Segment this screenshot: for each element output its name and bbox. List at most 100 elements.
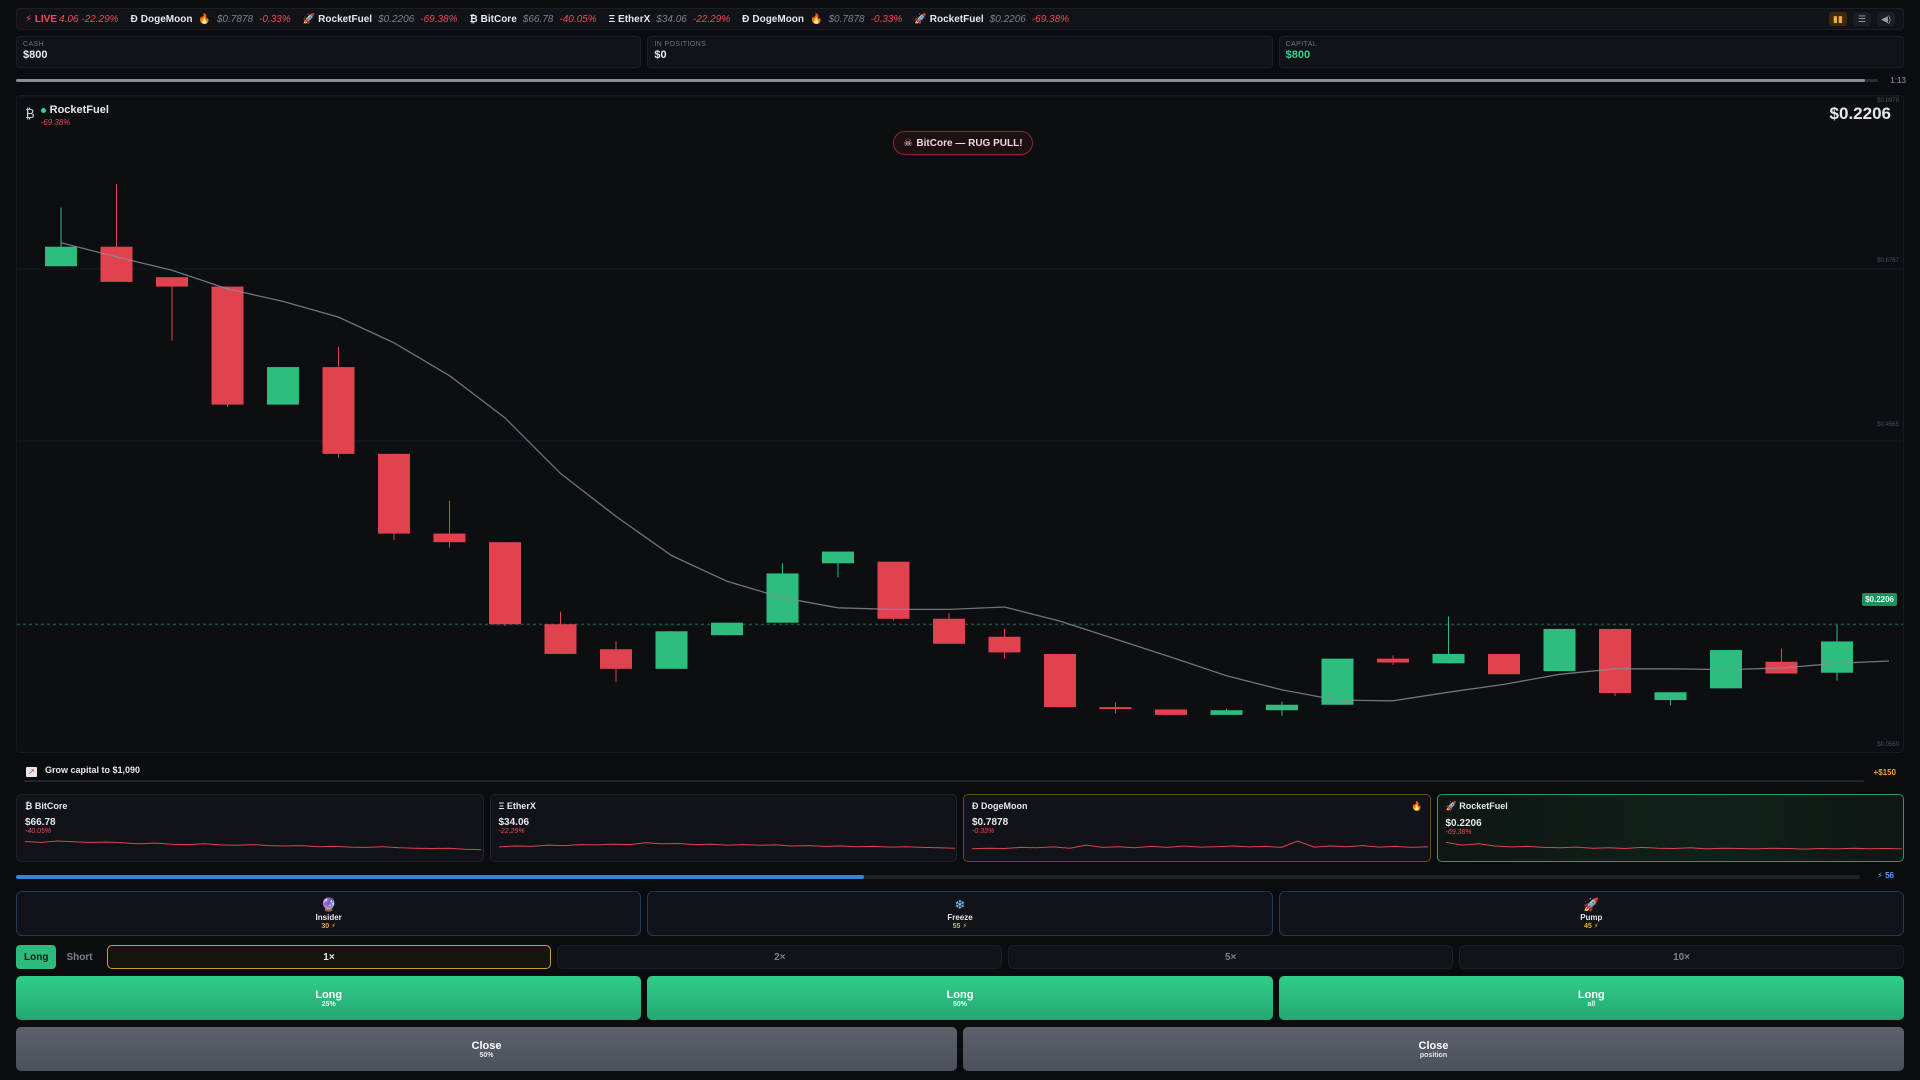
leverage-2x[interactable]: 2×	[557, 945, 1003, 969]
freeze-power-button[interactable]: ❄ Freeze 55 ⚡	[647, 891, 1273, 936]
live-label: ⚡ LIVE	[25, 13, 58, 25]
asset-card-dogemoon[interactable]: Ð DogeMoon $0.7878 -0.33% 🔥	[963, 794, 1431, 862]
candle	[156, 277, 188, 341]
candle	[1821, 625, 1853, 681]
asset-card-rocketfuel[interactable]: 🚀 RocketFuel $0.2206 -69.38%	[1436, 794, 1904, 862]
insider-power-button[interactable]: 🔮 Insider 30 ⚡	[16, 891, 642, 936]
candle	[1488, 653, 1520, 675]
candle-body	[267, 367, 299, 405]
open-position-buttons: Long 25% Long 50% Long all	[16, 976, 1904, 1020]
close-50-button[interactable]: Close 50%	[16, 1027, 957, 1071]
last-price-tag: $0.2206	[1862, 593, 1897, 606]
goal-amount: +$150	[1873, 768, 1896, 777]
candle	[45, 207, 77, 267]
long-all-button[interactable]: Long all	[1278, 976, 1904, 1020]
candle-body	[877, 561, 910, 619]
leverage-10x[interactable]: 10×	[1459, 945, 1904, 969]
candle-body	[711, 622, 743, 636]
ticker-change: -22.29%	[692, 13, 731, 25]
candle	[711, 622, 743, 636]
volume-icon[interactable]: ◀)	[1877, 12, 1895, 26]
event-label: BitCore — RUG PULL!	[916, 137, 1023, 149]
sparkline	[498, 842, 955, 849]
asset-card-name: ₿ BitCore	[25, 801, 475, 811]
candle-body	[1821, 641, 1853, 673]
candle-body	[1210, 710, 1243, 715]
button-title: Long	[946, 988, 974, 1001]
price-chart[interactable]: ₿ RocketFuel -69.38% $0.2206 ☠ BitCore —…	[16, 95, 1904, 753]
skull-icon: ☠	[903, 137, 913, 149]
pause-icon[interactable]: ▮▮	[1829, 12, 1847, 26]
candle	[1765, 648, 1798, 674]
chart-asset-change: -69.38%	[40, 118, 71, 127]
sparkline	[1445, 841, 1902, 850]
candle	[322, 346, 355, 458]
candle-body	[933, 618, 965, 644]
ticker-price: $0.7878	[828, 13, 865, 25]
long-25-button[interactable]: Long 25%	[16, 976, 642, 1020]
power-name: Insider	[315, 912, 342, 922]
positions-value: $0	[654, 49, 667, 61]
sparkline-path	[25, 840, 481, 851]
button-title: Long	[1577, 988, 1605, 1001]
ticker-price: $0.2206	[378, 13, 415, 25]
ticker-item: 🚀 RocketFuel $0.2206 -69.38%	[303, 14, 458, 25]
energy-fill	[16, 875, 865, 879]
long-toggle[interactable]: Long	[16, 945, 57, 969]
candle-body	[156, 277, 188, 287]
candle-body	[1654, 692, 1687, 701]
capital-value: $800	[1285, 49, 1311, 61]
close-position-button[interactable]: Close position	[963, 1027, 1904, 1071]
chart-asset-header: ₿ RocketFuel -69.38%	[25, 104, 109, 127]
candle	[822, 551, 854, 578]
asset-card-name: 🚀 RocketFuel	[1446, 801, 1896, 812]
candle-body	[378, 453, 410, 534]
asset-name: DogeMoon	[981, 801, 1028, 811]
asset-card-bitcore[interactable]: ₿ BitCore $66.78 -40.05%	[16, 794, 484, 862]
button-sub: 25%	[321, 1000, 336, 1008]
candle-body	[655, 631, 688, 669]
candlestick-chart	[17, 96, 1903, 716]
long-50-button[interactable]: Long 50%	[647, 976, 1273, 1020]
asset-card-price: $66.78	[25, 817, 56, 828]
asset-card-name: Ð DogeMoon	[972, 801, 1422, 811]
asset-name: RocketFuel	[1459, 801, 1508, 811]
sparkline	[972, 840, 1428, 850]
asset-card-price: $0.7878	[972, 817, 1009, 828]
pump-power-button[interactable]: 🚀 Pump 45 ⚡	[1278, 891, 1904, 936]
round-timer-label: 1:13	[1890, 76, 1906, 85]
y-axis-label: $0.4565	[1877, 422, 1899, 428]
sparkline-path	[972, 840, 1428, 850]
ticker-price: $0.7878	[216, 13, 254, 25]
candle-body	[433, 533, 466, 543]
y-axis-label: $0.8978	[1877, 98, 1899, 104]
ticker-name: DogeMoon	[140, 13, 193, 25]
candle	[1377, 655, 1409, 665]
asset-card-etherx[interactable]: Ξ EtherX $34.06 -22.29%	[489, 794, 957, 862]
current-price: $0.2206	[1829, 104, 1891, 123]
goal-progress-track	[24, 780, 1864, 782]
cash-label: CASH	[23, 41, 45, 48]
ticker-name: RocketFuel	[318, 13, 373, 25]
ticker-name: 🚀	[914, 13, 927, 25]
sparkline-path	[498, 842, 955, 849]
leverage-1x[interactable]: 1×	[106, 945, 552, 969]
ticker-change: -69.38%	[420, 13, 458, 25]
ticker-item: Ð DogeMoon 🔥 $0.7878 -0.33%	[131, 14, 291, 25]
ticker-price: $0.2206	[989, 13, 1026, 25]
crystal-ball-icon: 🔮	[320, 896, 337, 912]
button-title: Close	[1418, 1039, 1449, 1052]
short-toggle[interactable]: Short	[58, 945, 100, 969]
ticker-lead-fragment: 4.06 -22.29%	[59, 13, 119, 25]
candle-body	[322, 367, 355, 454]
candle-body	[1377, 658, 1409, 663]
power-ups: 🔮 Insider 30 ⚡ ❄ Freeze 55 ⚡ 🚀 Pump 45 ⚡	[16, 891, 1904, 936]
capital-stat: CAPITAL $800	[1278, 36, 1904, 68]
menu-icon[interactable]: ☰	[1853, 12, 1871, 26]
ticker-price: $34.06	[656, 13, 687, 25]
account-stats: CASH $800 IN POSITIONS $0 CAPITAL $800	[16, 36, 1904, 68]
ticker-item: 🚀 RocketFuel $0.2206 -69.38%	[914, 14, 1069, 25]
asset-card-change: -0.33%	[972, 828, 995, 835]
candle	[100, 184, 133, 282]
leverage-5x[interactable]: 5×	[1008, 945, 1454, 969]
